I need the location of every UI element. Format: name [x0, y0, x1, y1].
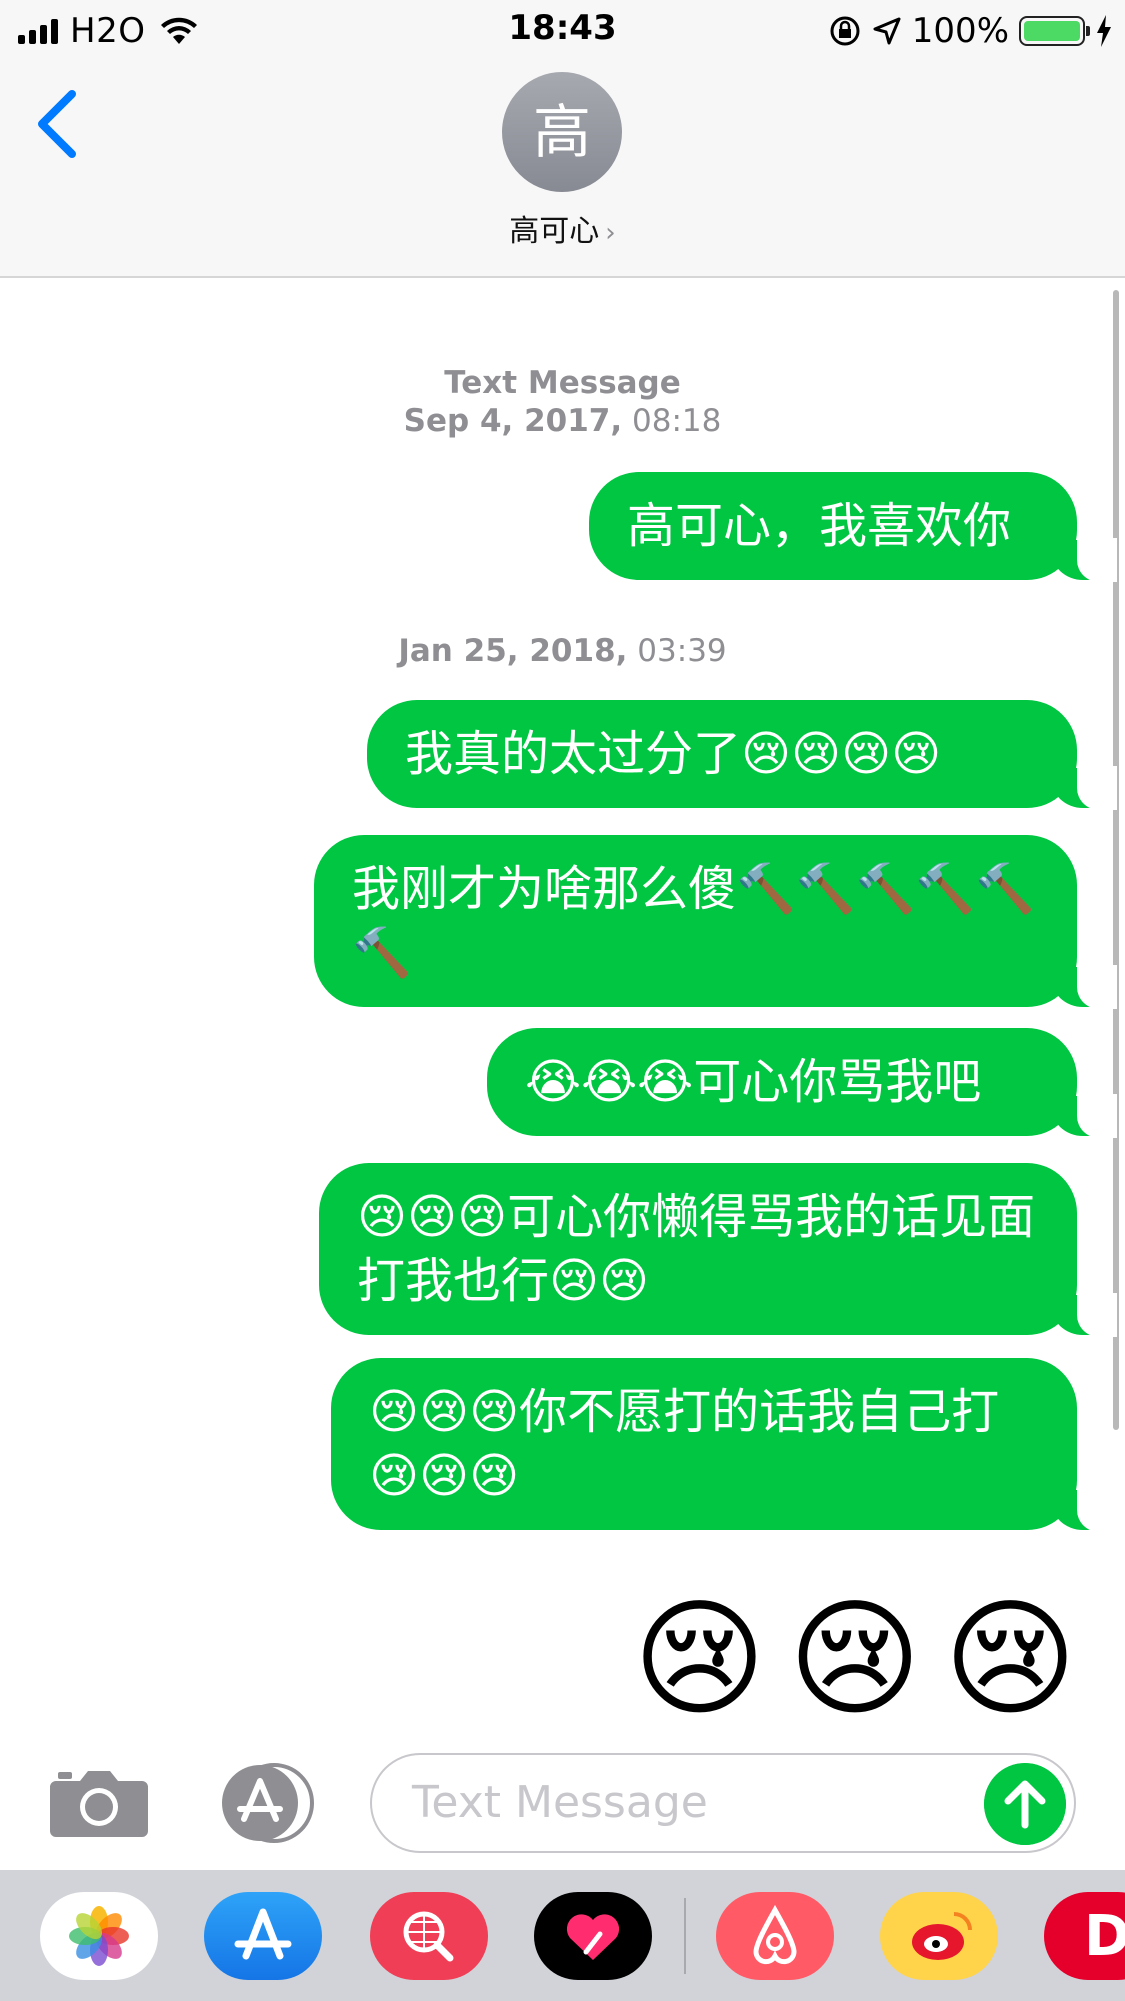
- message-bubble[interactable]: 我刚才为啥那么傻🔨🔨🔨🔨🔨🔨: [314, 835, 1117, 1009]
- chevron-right-icon: ›: [605, 218, 616, 248]
- conversation-header: 高 高可心 ›: [0, 62, 1125, 278]
- compose-bar: Text Message: [0, 1735, 1125, 1870]
- timestamp-time: 03:39: [637, 633, 727, 669]
- status-bar: H2O 18:43 100%: [0, 0, 1125, 62]
- imessage-app-drawer: D: [0, 1870, 1125, 2001]
- web-search-app-icon[interactable]: [370, 1892, 488, 1980]
- crying-face-emoji: 😢: [632, 1585, 767, 1734]
- message-bubble[interactable]: 😭😭😭可心你骂我吧: [487, 1028, 1117, 1138]
- charging-bolt-icon: [1097, 15, 1111, 47]
- app-store-app-icon[interactable]: [204, 1892, 322, 1980]
- message-bubble[interactable]: 我真的太过分了😢😢😢😢: [367, 700, 1117, 810]
- crying-face-emoji: 😢: [788, 1585, 922, 1734]
- avatar[interactable]: 高: [502, 72, 622, 192]
- message-bubble[interactable]: 😢😢😢你不愿打的话我自己打😢😢😢: [331, 1358, 1117, 1532]
- weibo-app-icon[interactable]: [880, 1892, 998, 1980]
- message-input-placeholder: Text Message: [412, 1777, 708, 1828]
- digital-touch-app-icon[interactable]: [534, 1892, 652, 1980]
- contact-name: 高可心: [509, 214, 600, 249]
- message-service-label: Text Message: [444, 365, 681, 401]
- partial-app-letter: D: [1084, 1904, 1125, 1969]
- camera-icon[interactable]: [50, 1767, 148, 1837]
- orientation-lock-icon: [830, 16, 860, 46]
- message-input[interactable]: Text Message: [370, 1753, 1076, 1853]
- contact-name-button[interactable]: 高可心 ›: [0, 206, 1125, 250]
- airbnb-app-icon[interactable]: [716, 1892, 834, 1980]
- timestamp-header: Jan 25, 2018, 03:39: [0, 633, 1125, 669]
- battery-icon: [1019, 16, 1090, 46]
- photos-app-icon[interactable]: [40, 1892, 158, 1980]
- timestamp-date: Jan 25, 2018,: [398, 633, 628, 669]
- message-bubble[interactable]: 😢😢😢可心你懒得骂我的话见面打我也行😢😢: [319, 1163, 1117, 1337]
- timestamp-time: 08:18: [632, 403, 722, 439]
- crying-face-emoji: 😢: [943, 1585, 1077, 1734]
- scrollbar[interactable]: [1113, 290, 1119, 1430]
- back-chevron-icon[interactable]: [28, 84, 84, 164]
- send-arrow-icon[interactable]: [984, 1763, 1066, 1845]
- location-arrow-icon: [873, 17, 901, 45]
- big-emoji-message[interactable]: 😢 😢 😢: [633, 1590, 1077, 1730]
- drawer-divider: [684, 1898, 686, 1974]
- message-bubble[interactable]: 高可心，我喜欢你: [589, 472, 1117, 582]
- partial-app-icon[interactable]: D: [1044, 1892, 1125, 1980]
- timestamp-header: Text Message Sep 4, 2017, 08:18: [0, 365, 1125, 439]
- timestamp-date: Sep 4, 2017,: [403, 403, 623, 439]
- battery-percent: 100%: [911, 11, 1009, 51]
- app-store-icon[interactable]: [210, 1763, 316, 1843]
